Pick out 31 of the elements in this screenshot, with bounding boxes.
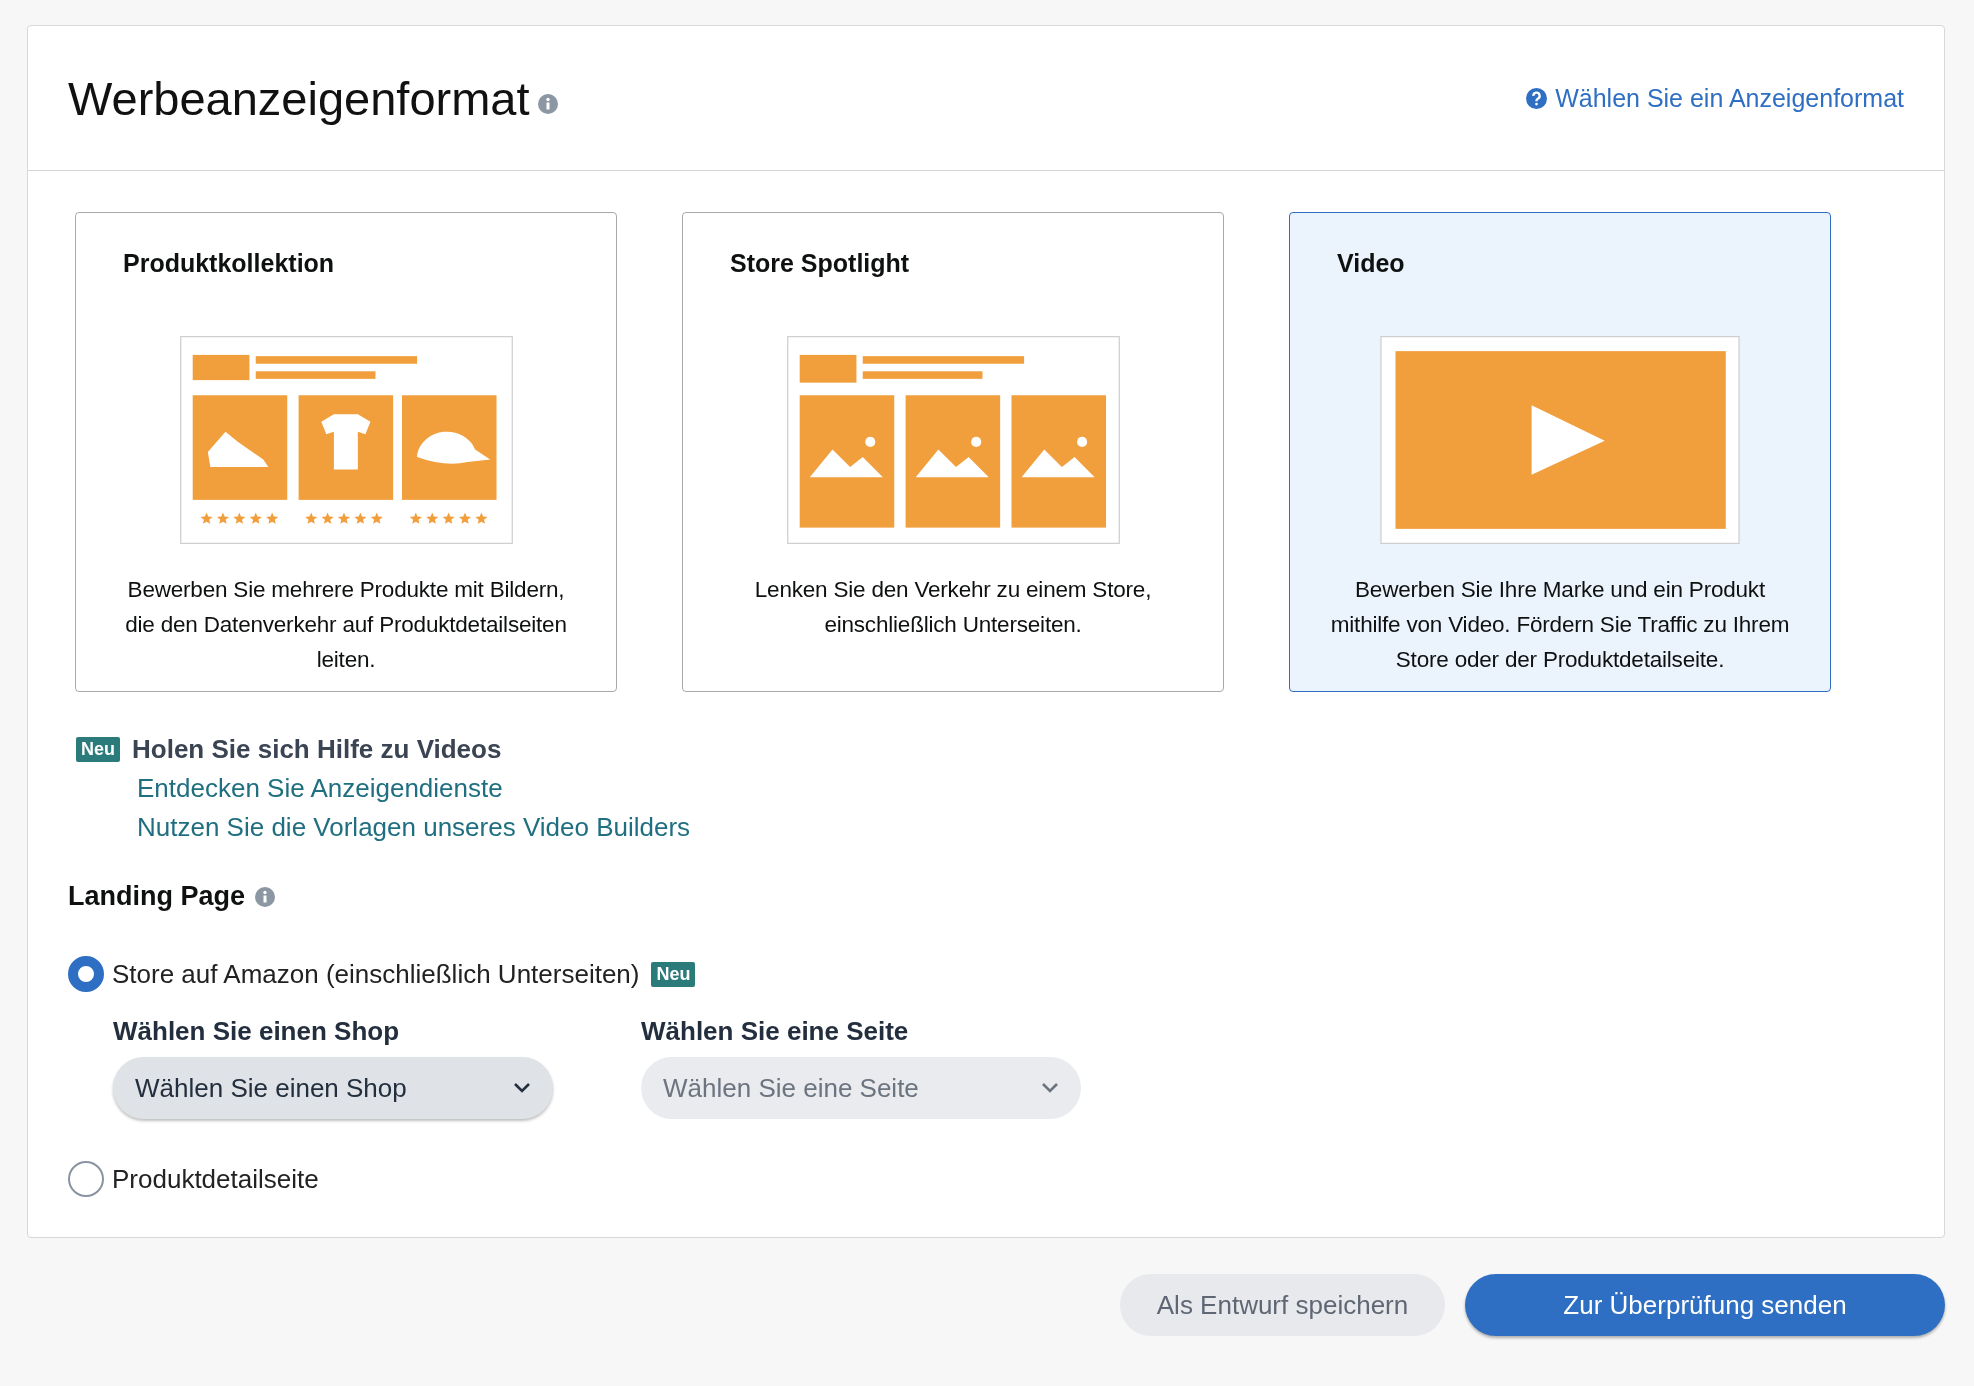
card-title: Produktkollektion [122,249,335,278]
new-badge: Neu [76,737,120,762]
dropdown[interactable]: Wählen Sie einen Shop [113,1057,553,1119]
info-icon[interactable] [537,94,558,114]
help-link[interactable]: Nutzen Sie die Vorlagen unseres Video Builders [137,812,691,843]
help-link[interactable]: Wählen Sie ein Anzeigenformat [1526,83,1904,113]
landing-page-heading: Landing Page [68,881,246,912]
chevron-down-icon [1041,1082,1059,1094]
radio-button[interactable] [68,956,104,992]
format-card[interactable]: Produktkollektion Bewerben Sie mehrere Produkte mit Bildern, die den Datenverkehr auf Produktdetailseiten leiten. [75,212,617,692]
card-description: Bewerben Sie Ihre Marke und ein Produkt mithilfe von Video. Fördern Sie Traffic zu Ihrem Store oder der Produktdetailseite. [1329,576,1791,674]
card-title: Video [1336,249,1405,278]
card-description: Bewerben Sie mehrere Produkte mit Bildern, die den Datenverkehr auf Produktdetailseiten leiten. [124,576,568,674]
card-description: Lenken Sie den Verkehr zu einem Store, einschließlich Unterseiten. [753,576,1153,639]
section-title: Werbeanzeigenformat [68,70,530,126]
dropdown-label: Wählen Sie einen Shop [113,1016,401,1047]
help-icon [1526,87,1548,109]
radio-label[interactable]: Store auf Amazon (einschließlich Unterseiten) [112,958,640,990]
help-title: Holen Sie sich Hilfe zu Videos [132,734,502,765]
format-card[interactable]: Video Bewerben Sie Ihre Marke und ein Produkt mithilfe von Video. Fördern Sie Traffic zu Ihrem Store oder der Produktdetailseite. [1289,212,1831,692]
dropdown-label: Wählen Sie eine Seite [641,1016,910,1047]
action-button[interactable]: Zur Überprüfung senden [1465,1274,1945,1336]
radio-button[interactable] [68,1161,104,1197]
chevron-down-icon [513,1082,531,1094]
new-badge: Neu [651,961,696,987]
format-card[interactable]: Store Spotlight Lenken Sie den Verkehr zu einem Store, einschließlich Unterseiten. [682,212,1224,692]
action-button[interactable]: Als Entwurf speichern [1120,1274,1445,1336]
info-icon[interactable] [255,886,276,907]
card-title: Store Spotlight [729,249,910,278]
help-link[interactable]: Entdecken Sie Anzeigendienste [137,773,503,804]
radio-label[interactable]: Produktdetailseite [112,1163,319,1195]
